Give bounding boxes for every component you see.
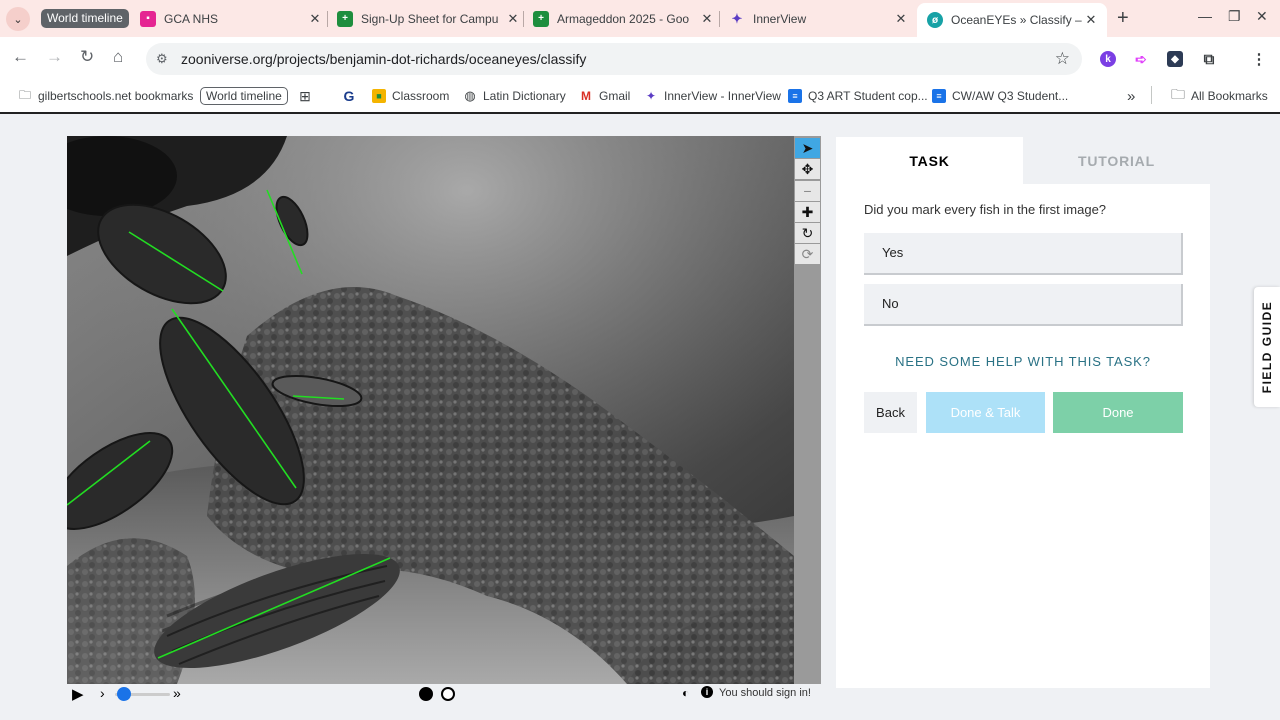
play-icon[interactable]: ▶	[72, 685, 84, 703]
tab-search-button[interactable]: ⌄	[6, 7, 30, 31]
back-button[interactable]: Back	[864, 392, 917, 433]
folder-icon: 🗀	[1171, 86, 1185, 102]
gmail-icon: M	[581, 89, 591, 103]
frame-dot-active[interactable]	[419, 687, 433, 701]
browser-toolbar: ← → ↻ ⌂ ⚙ zooniverse.org/projects/benjam…	[0, 37, 1280, 80]
reset-icon[interactable]: ⟳	[795, 244, 820, 264]
zoom-out-icon[interactable]: −	[795, 181, 820, 201]
maximize-icon[interactable]: ❐	[1228, 8, 1241, 25]
kami-extension-icon[interactable]: k	[1100, 51, 1116, 67]
tab-gca-nhs[interactable]: ▪ GCA NHS ✕	[140, 3, 323, 34]
field-guide-label: FIELD GUIDE	[1260, 300, 1274, 394]
bookmark-star-icon[interactable]: ☆	[1055, 49, 1070, 69]
close-icon[interactable]: ✕	[307, 11, 323, 27]
answer-no-button[interactable]: No	[864, 284, 1183, 326]
docs-icon: ≡	[788, 89, 802, 103]
tab-divider	[719, 11, 720, 27]
viewer-toolstrip: ➤ ✥ − ✚ ↻ ⟳	[794, 136, 821, 684]
move-icon[interactable]: ✥	[795, 159, 820, 179]
bookmark-innerview[interactable]: ✦ InnerView - InnerView	[644, 86, 781, 106]
close-icon[interactable]: ✕	[893, 11, 909, 27]
forward-arrow-icon[interactable]: →	[46, 47, 63, 67]
apps-grid-icon: ⊞	[299, 87, 311, 104]
address-bar[interactable]: ⚙ zooniverse.org/projects/benjamin-dot-r…	[146, 43, 1082, 75]
pointer-icon[interactable]: ➤	[795, 138, 820, 158]
calendar-icon: ▪	[140, 10, 156, 27]
task-panel: TASK TUTORIAL Did you mark every fish in…	[836, 137, 1210, 688]
more-bookmarks-chevron-icon[interactable]: »	[1127, 86, 1135, 106]
bookmark-apps[interactable]: ⊞	[298, 86, 318, 106]
minimize-icon[interactable]: —	[1198, 8, 1212, 24]
contrast-icon[interactable]: ◐	[682, 686, 689, 700]
subject-viewer[interactable]	[67, 136, 821, 684]
answer-yes-button[interactable]: Yes	[864, 233, 1183, 275]
bookmarks-divider	[1151, 86, 1152, 104]
site-info-icon[interactable]: ⚙	[156, 51, 168, 67]
sign-in-notice: You should sign in!	[719, 687, 811, 699]
innerview-icon: ✦	[645, 89, 657, 103]
close-icon[interactable]: ✕	[505, 11, 521, 27]
playback-speed-knob[interactable]	[117, 687, 131, 701]
bookmarks-bar: 🗀 gilbertschools.net bookmarks World tim…	[0, 80, 1280, 114]
ext-square-icon[interactable]: ◆	[1167, 51, 1183, 67]
bookmark-g[interactable]: G	[342, 86, 362, 106]
bookmark-latin-dictionary[interactable]: ◍ Latin Dictionary	[463, 86, 565, 106]
docs-icon: ≡	[932, 89, 946, 103]
frame-dot[interactable]	[441, 687, 455, 701]
tab-task[interactable]: TASK	[836, 137, 1023, 184]
tab-innerview[interactable]: ✦ InnerView ✕	[729, 3, 909, 34]
tab-sign-up-sheet[interactable]: + Sign-Up Sheet for Campu ✕	[337, 3, 521, 34]
ext-arrow-icon[interactable]: ➪	[1133, 51, 1149, 67]
tab-divider	[327, 11, 328, 27]
faster-icon[interactable]: »	[173, 685, 181, 701]
viewer-controls: ▶ › » ◐ i You should sign in!	[67, 684, 821, 704]
bookmark-gilbertschools[interactable]: 🗀 gilbertschools.net bookmarks	[18, 86, 193, 106]
tab-armageddon[interactable]: + Armageddon 2025 - Goo ✕	[533, 3, 715, 34]
help-link[interactable]: NEED SOME HELP WITH THIS TASK?	[836, 354, 1210, 369]
task-question: Did you mark every fish in the first ima…	[864, 202, 1107, 217]
tab-group-chip[interactable]: World timeline	[41, 9, 129, 28]
window-close-icon[interactable]: ✕	[1256, 8, 1268, 25]
globe-icon: ◍	[464, 88, 476, 103]
g-logo-icon: G	[343, 88, 355, 104]
innerview-icon: ✦	[731, 10, 743, 26]
close-icon[interactable]: ✕	[699, 11, 715, 27]
zooniverse-icon: ø	[927, 12, 943, 28]
sheets-icon: +	[533, 10, 549, 27]
bookmark-classroom[interactable]: ■ Classroom	[372, 86, 449, 106]
sheets-icon: +	[337, 10, 353, 27]
zoom-in-icon[interactable]: ✚	[795, 202, 820, 222]
tab-tutorial[interactable]: TUTORIAL	[1023, 137, 1210, 184]
url-text[interactable]: zooniverse.org/projects/benjamin-dot-ric…	[181, 51, 586, 67]
info-icon[interactable]: i	[701, 686, 713, 698]
rotate-icon[interactable]: ↻	[795, 223, 820, 243]
back-arrow-icon[interactable]: ←	[12, 47, 29, 67]
tab-oceaneyes[interactable]: ø OceanEYEs » Classify – Z ✕	[917, 3, 1107, 37]
done-button[interactable]: Done	[1053, 392, 1183, 433]
all-bookmarks[interactable]: 🗀 All Bookmarks	[1171, 86, 1268, 106]
fish-image[interactable]	[67, 136, 794, 684]
extensions-puzzle-icon[interactable]: ⧉	[1201, 51, 1217, 68]
slower-icon[interactable]: ›	[100, 685, 105, 701]
menu-kebab-icon[interactable]: ⋮	[1251, 51, 1267, 68]
new-tab-button[interactable]: +	[1117, 7, 1129, 30]
managed-folder-icon: 🗀	[18, 87, 31, 102]
classroom-icon: ■	[372, 89, 386, 103]
bookmark-q3-art[interactable]: ≡ Q3 ART Student cop...	[788, 86, 928, 106]
tab-divider	[523, 11, 524, 27]
close-icon[interactable]: ✕	[1083, 12, 1099, 28]
field-guide-tab[interactable]: FIELD GUIDE	[1254, 287, 1280, 407]
bookmark-world-timeline[interactable]: World timeline	[200, 86, 288, 106]
tab-strip: ⌄ World timeline ▪ GCA NHS ✕ + Sign-Up S…	[0, 0, 1280, 37]
reload-icon[interactable]: ↻	[80, 47, 94, 67]
home-icon[interactable]: ⌂	[113, 47, 123, 67]
done-and-talk-button[interactable]: Done & Talk	[926, 392, 1045, 433]
bookmark-cw-aw[interactable]: ≡ CW/AW Q3 Student...	[932, 86, 1068, 106]
bookmark-gmail[interactable]: M Gmail	[579, 86, 630, 106]
